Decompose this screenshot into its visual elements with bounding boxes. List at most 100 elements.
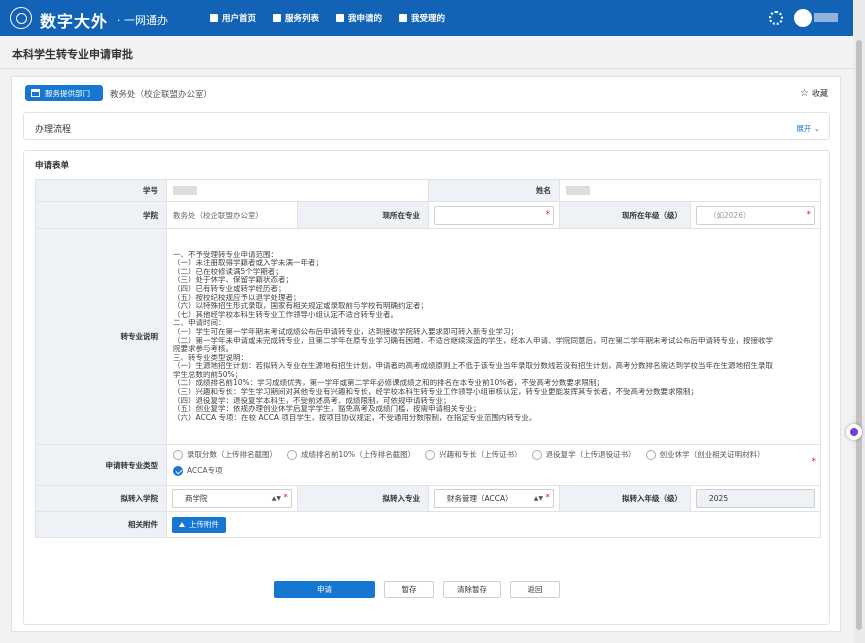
apply-button[interactable]: 申请 (274, 581, 375, 598)
radio-circle-icon (287, 449, 297, 460)
form-title: 申请表单 (35, 161, 70, 171)
radio-circle-icon (531, 449, 542, 460)
back-button[interactable]: 返回 (510, 581, 560, 598)
description-line: （六）以特殊招生形式录取，国家有相关规定或录取前与学校有明确约定者； (173, 302, 428, 311)
target-college-cell: 商学院 ▲▼ (166, 485, 298, 512)
process-title: 办理流程 (35, 125, 72, 135)
handled-icon (399, 14, 408, 22)
student-id-value (166, 179, 429, 202)
university-logo-icon (10, 7, 32, 29)
page-scrollbar[interactable] (853, 0, 865, 643)
favorite-button[interactable]: ☆ 收藏 (800, 88, 828, 99)
college-label: 学院 (35, 201, 167, 229)
brand-title: 数字大外 (40, 12, 109, 31)
favorite-label: 收藏 (811, 89, 828, 98)
type-options: 录取分数（上传排名截图） 成绩排名前10%（上传排名截图） 兴趣和专长（上传证书… (166, 444, 821, 486)
target-college-value: 商学院 (185, 494, 208, 503)
description-line: （二）成绩排名前10%：学习成绩优秀，第一学年或第二学年必修课成绩之和的排名在本… (173, 379, 604, 388)
type-option-label: 录取分数（上传排名截图） (187, 450, 277, 459)
description-line: （三）处于休学、保留学籍状态者； (173, 276, 293, 285)
action-bar: 申请 暂存 清除暂存 返回 (274, 581, 569, 598)
current-major-cell (428, 201, 560, 229)
description-line: （五）按校纪校规应予以退学处理者； (173, 293, 301, 302)
page-title: 本科学生转专业申请审批 (12, 48, 133, 61)
description-line: （三）兴趣和专长：学生学习期间对其他专业有兴趣和专长，经学校本科生转专业工作领导… (173, 388, 698, 397)
type-option-veteran[interactable]: 退役复学（上传退役证书） (531, 449, 636, 460)
required-marker: * (811, 457, 817, 467)
description-line: （六）ACCA 专项：在校 ACCA 项目学生，按项目协议规定，不受通用分数限制… (173, 413, 537, 422)
process-panel: 办理流程 展开 ⌄ (23, 112, 830, 140)
type-option-label: 退役复学（上传退役证书） (545, 450, 636, 459)
description-line: 二、申请时间： (173, 319, 226, 328)
service-dept-label: 服务提供部门 (45, 88, 90, 98)
expand-toggle[interactable]: 展开 ⌄ (796, 123, 820, 134)
nav-my-handled-label: 我受理的 (411, 14, 446, 24)
title-divider (0, 68, 853, 69)
upload-icon (179, 522, 185, 527)
avatar[interactable] (794, 9, 812, 27)
description-line: （四）退役复学：退役复学本科生，不受前述高考、成绩限制，可依规申请转专业； (173, 396, 451, 405)
target-major-value: 财务管理（ACCA） (447, 494, 513, 503)
nav-home[interactable]: 用户首页 (210, 12, 256, 24)
description-line: （五）创业复学：依规办理创业休学后复学学生，豁免高考及成绩门槛，按需申请相关专业… (173, 405, 481, 414)
target-major-cell: 财务管理（ACCA） ▲▼ (428, 485, 560, 512)
description-line: 学生总数的前50%； (173, 370, 243, 379)
name-label: 姓名 (428, 179, 560, 202)
type-option-label: 兴趣和专长（上传证书） (439, 450, 522, 459)
current-grade-input[interactable]: （如2026） (696, 205, 815, 225)
type-option-top-10[interactable]: 成绩排名前10%（上传排名截图） (287, 449, 415, 460)
type-option-admission-score[interactable]: 录取分数（上传排名截图） (173, 449, 277, 460)
description-line: （二）已在校修读满5个学期者； (173, 267, 283, 276)
nav-home-label: 用户首页 (222, 14, 257, 24)
upload-button[interactable]: 上传附件 (172, 516, 226, 533)
radio-circle-icon (425, 449, 436, 460)
description-line: （一）学生可在第一学年期末考试成绩公布后申请转专业，达到接收学院转入要求即可转入… (173, 327, 518, 336)
brand-subtitle: · 一网通办 (117, 14, 168, 27)
type-option-label: 创业休学（创业相关证明材料） (659, 450, 765, 459)
select-arrow-icon: ▲▼ (533, 495, 543, 502)
username-blurred[interactable] (814, 13, 838, 22)
current-major-input[interactable] (434, 205, 554, 225)
target-grade-cell: 2025 (690, 485, 821, 512)
dept-name: 教务处（校企联盟办公室） (110, 90, 213, 100)
attachments-cell: 上传附件 (166, 511, 821, 538)
description-line: （七）其他经学校本科生转专业工作领导小组认定不适合转专业者。 (173, 310, 398, 319)
type-option-interest[interactable]: 兴趣和专长（上传证书） (425, 449, 522, 460)
clear-draft-button[interactable]: 清除暂存 (443, 581, 501, 598)
form-table: 学号 姓名 学院 教务处（校企联盟办公室） 现所在专业 现所在年级（级） （如2… (35, 179, 821, 538)
expand-label: 展开 (796, 124, 812, 133)
star-icon: ☆ (800, 88, 809, 99)
main-nav: 用户首页 服务列表 我申请的 我受理的 (210, 12, 462, 24)
type-label: 申请转专业类型 (35, 444, 167, 486)
name-value (559, 179, 821, 202)
description-line: （二）第一学年未申请或未完成转专业，且第二学年在原专业学习确有困难、不适合继续深… (173, 336, 773, 345)
save-draft-button[interactable]: 暂存 (384, 581, 434, 598)
target-college-select[interactable]: 商学院 ▲▼ (172, 489, 292, 508)
type-option-acca[interactable]: ACCA专项 (173, 465, 223, 476)
target-grade-label: 拟转入年级（级） (559, 485, 691, 512)
description-line: （四）已有转专业或转学经历者； (173, 284, 286, 293)
chevron-down-icon: ⌄ (813, 124, 820, 133)
description-text: 一、不予受理转专业申请范围： （一）未注册取得学籍者或入学未满一年者； （二）已… (166, 228, 821, 445)
current-grade-cell: （如2026） (690, 201, 821, 229)
nav-my-applications[interactable]: 我申请的 (336, 12, 382, 24)
target-grade-input[interactable]: 2025 (696, 489, 815, 508)
current-major-label: 现所在专业 (297, 201, 429, 229)
gear-icon[interactable] (769, 11, 783, 25)
assistant-float-icon[interactable] (846, 424, 862, 440)
application-form: 申请表单 学号 姓名 学院 教务处（校企联盟办公室） 现所在专业 现所在年级（级… (23, 150, 830, 625)
name-blurred (566, 186, 590, 196)
attachments-label: 相关附件 (35, 511, 167, 538)
description-line: （一）生源地招生计划：若拟转入专业在生源地有招生计划，申请者的高考成绩原则上不低… (173, 362, 773, 371)
type-option-startup[interactable]: 创业休学（创业相关证明材料） (645, 449, 765, 460)
service-dept-button[interactable]: 服务提供部门 (25, 85, 103, 101)
upload-label: 上传附件 (189, 520, 219, 529)
type-option-label: ACCA专项 (187, 466, 223, 475)
nav-my-handled[interactable]: 我受理的 (399, 12, 445, 24)
target-major-select[interactable]: 财务管理（ACCA） ▲▼ (434, 489, 554, 508)
description-line: （一）未注册取得学籍者或入学未满一年者； (173, 259, 323, 268)
student-id-blurred (173, 186, 197, 196)
scrollbar-thumb[interactable] (856, 40, 862, 630)
nav-service-list[interactable]: 服务列表 (273, 12, 319, 24)
top-navbar: 数字大外 · 一网通办 用户首页 服务列表 我申请的 我受理的 (0, 0, 853, 36)
